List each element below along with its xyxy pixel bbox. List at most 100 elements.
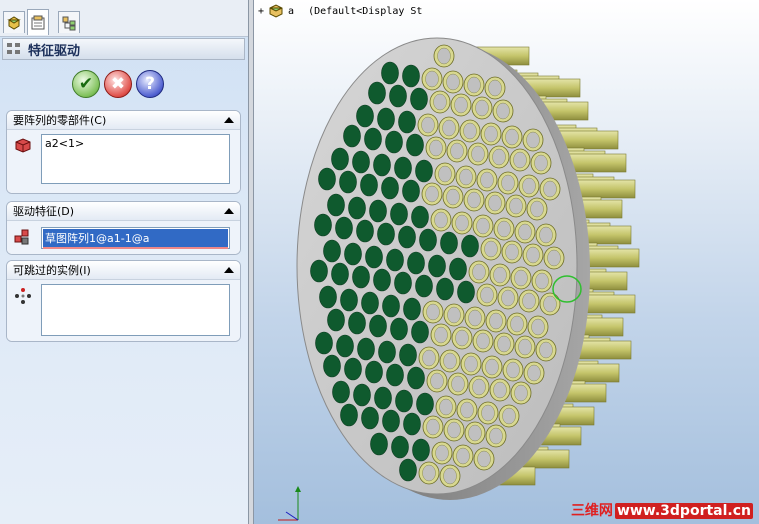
tube-bore [455, 329, 469, 347]
hole [394, 271, 412, 295]
action-buttons: ✔ ✖ ? [72, 70, 164, 100]
hole [374, 386, 392, 410]
hole [353, 383, 371, 407]
tube-bore [526, 246, 540, 264]
hole [369, 199, 387, 223]
tube-bore [454, 96, 468, 114]
help-button[interactable]: ? [136, 70, 164, 98]
tube-bore [426, 303, 440, 321]
hole [348, 311, 366, 335]
tube-bore [522, 292, 536, 310]
hole [335, 216, 353, 240]
tube-bore [505, 243, 519, 261]
hole [440, 231, 458, 255]
hole [340, 403, 358, 427]
components-to-pattern-list[interactable]: a2<1> [41, 134, 230, 184]
tube-bore [493, 266, 507, 284]
instances-to-skip-box: 可跳过的实例(I) [6, 260, 241, 342]
tube-bore [501, 174, 515, 192]
tube-bore [450, 142, 464, 160]
hole [449, 257, 467, 281]
instances-to-skip-list[interactable] [41, 284, 230, 336]
watermark-url: www.3dportal.cn [614, 503, 753, 519]
tube-bore [502, 407, 516, 425]
driving-feature-header[interactable]: 驱动特征(D) [7, 202, 240, 221]
hole [386, 363, 404, 387]
tube-bore [514, 269, 528, 287]
tube-bore [534, 154, 548, 172]
hole [381, 61, 399, 85]
tube-bore [543, 180, 557, 198]
manager-tabs [0, 0, 248, 37]
feature-title: 特征驱动 [28, 43, 81, 59]
tube-bore [506, 361, 520, 379]
hole [382, 294, 400, 318]
collapse-caret-icon[interactable] [224, 267, 234, 273]
tube-bore [526, 131, 540, 149]
driving-feature-list[interactable]: 草图阵列1@a1-1@a [41, 227, 230, 249]
tube-bore [447, 306, 461, 324]
tube-bore [475, 99, 489, 117]
graphics-viewport[interactable]: + a (Default<Display St 三维网 www.3dportal… [254, 0, 759, 524]
hole [344, 242, 362, 266]
hole [390, 202, 408, 226]
components-to-pattern-value: a2<1> [45, 137, 85, 150]
tube-bore [447, 421, 461, 439]
help-icon: ? [145, 74, 155, 94]
hole [457, 280, 475, 304]
tube-bore [477, 450, 491, 468]
hole [399, 458, 417, 482]
property-manager: 特征驱动 ✔ ✖ ? 要阵列的零部件(C) a2<1> 驱动特征(D) 草图阵列… [0, 0, 249, 524]
tube-bore [489, 427, 503, 445]
tube-bore [439, 398, 453, 416]
tube-bore [481, 404, 495, 422]
tube-bore [514, 384, 528, 402]
tube-bore [446, 188, 460, 206]
tube-bore [485, 358, 499, 376]
hole [403, 297, 421, 321]
hole [370, 432, 388, 456]
collapse-caret-icon[interactable] [224, 208, 234, 214]
tube-bore [460, 401, 474, 419]
watermark-cn: 三维网 [570, 503, 613, 519]
watermark: 三维网 www.3dportal.cn [571, 500, 753, 520]
hole [339, 170, 357, 194]
tube-bore [522, 177, 536, 195]
hole [365, 360, 383, 384]
hole [394, 156, 412, 180]
tab-feature-manager[interactable] [3, 11, 25, 33]
components-to-pattern-header[interactable]: 要阵列的零部件(C) [7, 111, 240, 130]
hole [368, 81, 386, 105]
cancel-button[interactable]: ✖ [104, 70, 132, 98]
hole [323, 354, 341, 378]
tube-bore [451, 375, 465, 393]
triad-icon [278, 486, 301, 521]
ok-button[interactable]: ✔ [72, 70, 100, 98]
hole [391, 435, 409, 459]
tab-configuration-manager[interactable] [58, 11, 80, 33]
hole [415, 274, 433, 298]
tube-sheet-model[interactable] [254, 0, 759, 524]
hole [310, 259, 328, 283]
driving-feature-label: 驱动特征(D) [13, 205, 75, 218]
tube-bore [505, 128, 519, 146]
hole [390, 317, 408, 341]
hole [406, 133, 424, 157]
tube-bore [455, 214, 469, 232]
tab-property-manager[interactable] [27, 9, 49, 35]
tube-bore [433, 93, 447, 111]
hole [416, 392, 434, 416]
collapse-caret-icon[interactable] [224, 117, 234, 123]
tube-bore [467, 191, 481, 209]
instances-to-skip-header[interactable]: 可跳过的实例(I) [7, 261, 240, 280]
tube-bore [438, 165, 452, 183]
hole [398, 110, 416, 134]
tube-bore [530, 200, 544, 218]
hole [352, 265, 370, 289]
tube-bore [435, 444, 449, 462]
tube-bore [531, 318, 545, 336]
tube-bore [484, 125, 498, 143]
driving-feature-value[interactable]: 草图阵列1@a1-1@a [43, 229, 228, 249]
tube-bore [509, 197, 523, 215]
driving-feature-box: 驱动特征(D) 草图阵列1@a1-1@a [6, 201, 241, 255]
